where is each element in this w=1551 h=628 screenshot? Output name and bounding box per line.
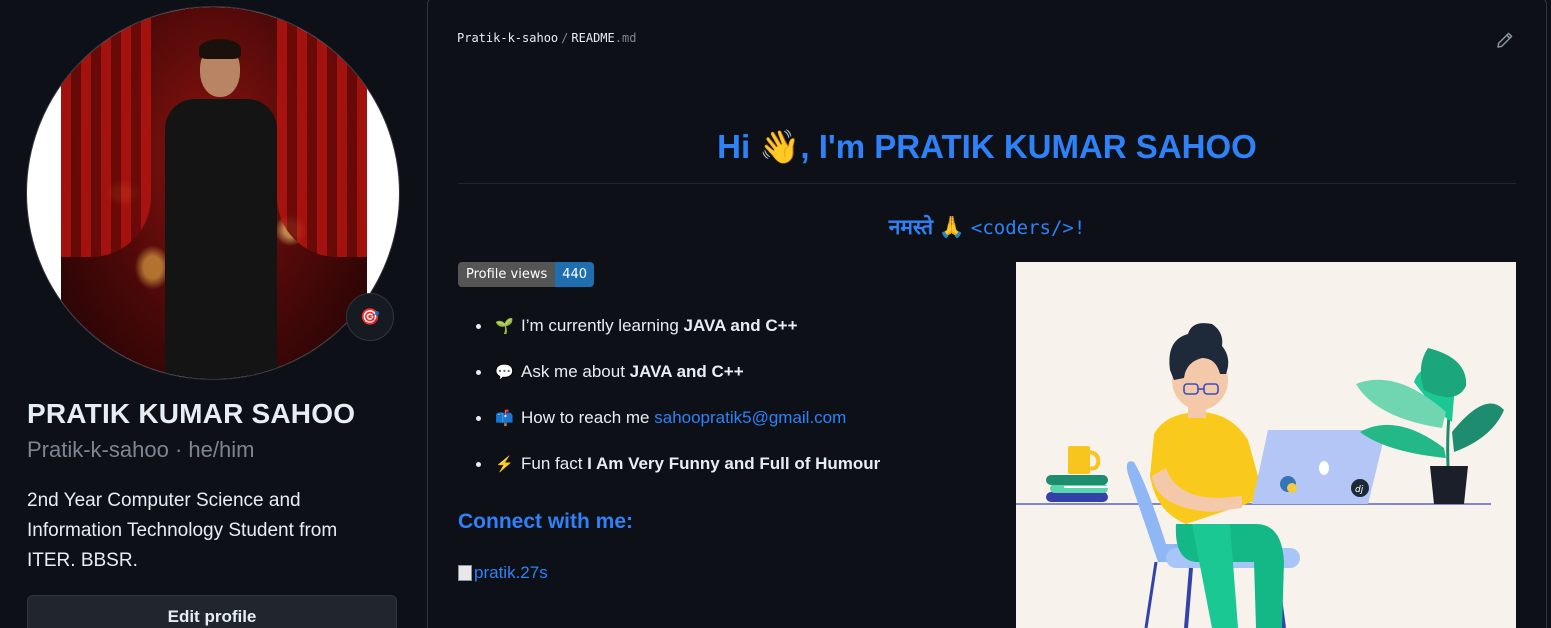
social-link[interactable]: pratik.27s (458, 563, 548, 583)
edit-profile-button[interactable]: Edit profile (27, 595, 397, 628)
github-profile-page: 🎯 PRATIK KUMAR SAHOO Pratik-k-sahoo · he… (0, 0, 1551, 628)
fact-strong: JAVA and C++ (683, 316, 798, 335)
list-item: 📫 How to reach me sahoopratik5@gmail.com (458, 402, 880, 448)
fact-text: I’m currently learning (521, 316, 684, 335)
curtain-right (277, 7, 367, 257)
coffee-mug-icon (1068, 446, 1090, 474)
seedling-icon: 🌱 (495, 318, 514, 335)
email-link[interactable]: sahoopratik5@gmail.com (654, 408, 846, 427)
book-middle (1050, 484, 1108, 493)
profile-name: PRATIK KUMAR SAHOO (27, 398, 356, 429)
readme-file-ext: .md (614, 31, 637, 45)
target-icon: 🎯 (360, 309, 380, 326)
pear-logo-icon (1319, 461, 1329, 475)
plant-pot (1430, 466, 1468, 504)
broken-image-icon (458, 565, 472, 581)
avatar-figure-hair (199, 39, 241, 59)
speech-bubble-icon: 💬 (495, 364, 514, 381)
readme-breadcrumb: Pratik-k-sahoo / README.md (457, 31, 636, 45)
mailbox-icon: 📫 (495, 410, 514, 427)
book-bottom (1046, 492, 1108, 502)
list-item: ⚡ Fun fact I Am Very Funny and Full of Hu… (458, 448, 880, 494)
fact-text: Fun fact (521, 454, 588, 473)
fact-text: Ask me about (521, 362, 630, 381)
curtain-left (61, 7, 151, 257)
about-list: 🌱 I’m currently learning JAVA and C++ 💬 As… (458, 310, 880, 494)
status-button[interactable]: 🎯 (346, 293, 394, 341)
developer-illustration: dj (1016, 262, 1516, 628)
django-logo-text: dj (1355, 485, 1364, 495)
lightning-icon: ⚡ (495, 456, 514, 473)
list-item: 🌱 I’m currently learning JAVA and C++ (458, 310, 880, 356)
list-item: 💬 Ask me about JAVA and C++ (458, 356, 880, 402)
avatar[interactable] (26, 6, 400, 380)
fact-strong: JAVA and C++ (629, 362, 744, 381)
readme-file-name[interactable]: README (571, 31, 614, 45)
python-logo-accent (1287, 483, 1297, 493)
views-badge-label: Profile views (458, 262, 556, 287)
avatar-figure-body (165, 99, 277, 379)
profile-views-badge: Profile views 440 (458, 262, 595, 287)
book-top (1046, 475, 1108, 485)
fact-text: How to reach me (521, 408, 655, 427)
readme-title: Hi 👋, I'm PRATIK KUMAR SAHOO (717, 128, 1257, 165)
breadcrumb-separator: / (561, 31, 569, 45)
greeting-text: नमस्ते 🙏 (888, 216, 966, 239)
views-badge-count: 440 (555, 262, 595, 287)
title-divider (458, 183, 1516, 184)
profile-login: Pratik-k-sahoo · he/him (27, 437, 255, 462)
fact-strong: I Am Very Funny and Full of Humour (587, 454, 881, 473)
readme-owner-link[interactable]: Pratik-k-sahoo (457, 31, 558, 45)
social-link-alt: pratik.27s (474, 563, 548, 582)
pencil-icon[interactable] (1495, 30, 1515, 50)
greeting-code: <coders/>! (970, 217, 1086, 239)
connect-heading: Connect with me: (458, 510, 634, 533)
greeting: नमस्ते 🙏 <coders/>! (458, 213, 1516, 241)
book-pages (1064, 486, 1108, 488)
avatar-photo (61, 7, 367, 379)
profile-bio: 2nd Year Computer Science and Informatio… (27, 490, 338, 571)
